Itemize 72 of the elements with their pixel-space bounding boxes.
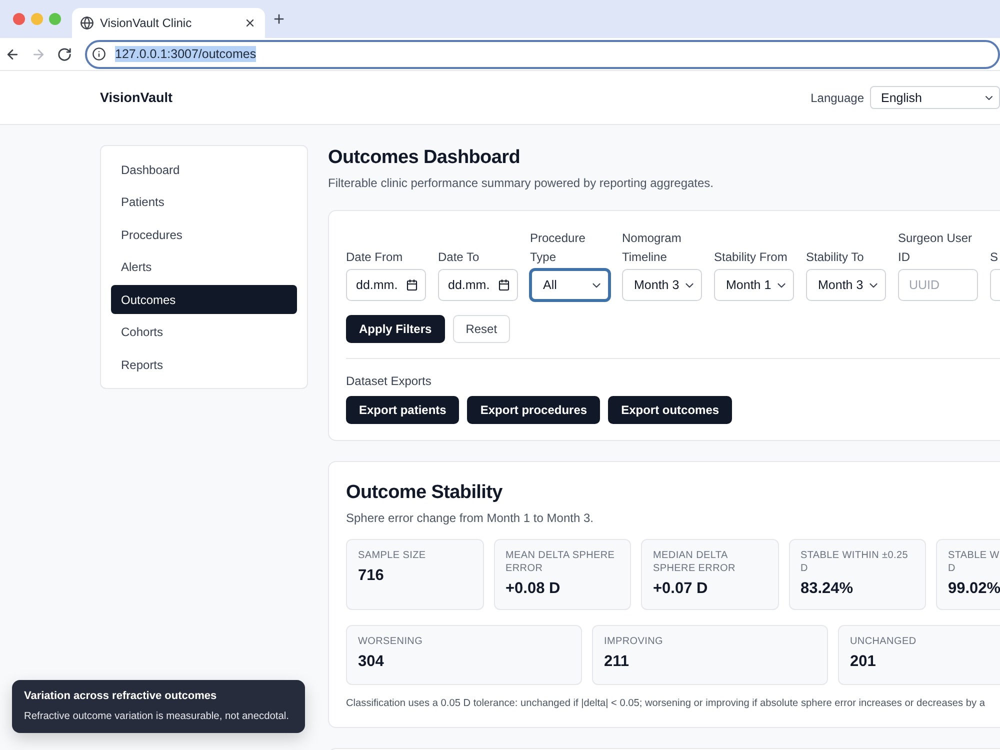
field-label: Stability To (806, 249, 864, 266)
back-icon (5, 46, 20, 62)
count-label: WORSENING (358, 635, 423, 648)
window-close-button[interactable] (13, 13, 25, 25)
apply-button[interactable]: Apply Filters (346, 315, 445, 343)
section-subtitle: Sphere error change from Month 1 to Month 3. (346, 510, 594, 526)
field-label: Procedure Type (530, 230, 586, 266)
input-field[interactable]: UUID (898, 269, 978, 301)
metric-value: +0.08 D (506, 579, 560, 599)
metric-value: 83.24% (800, 579, 854, 599)
window-maximize-button[interactable] (49, 13, 61, 25)
dropdown[interactable]: All (530, 269, 610, 301)
tab-title: VisionVault Clinic (100, 16, 193, 30)
reset-button[interactable]: Reset (452, 315, 510, 343)
page-subtitle: Filterable clinic performance summary powered by reporting aggregates. (328, 175, 714, 191)
sidebar-item[interactable]: Cohorts (111, 318, 297, 346)
field-label: Surgeon User ID (898, 230, 974, 266)
sidebar-item[interactable]: Procedures (111, 220, 297, 249)
metric-label: STABLE WITHIN ±0.25 D (800, 549, 909, 575)
sidebar-item[interactable]: Outcomes (111, 285, 297, 314)
calendar-icon (406, 279, 418, 291)
close-icon (244, 17, 256, 29)
metric-label: STABLE WI D (948, 549, 1000, 575)
field-label: Nomogram Timeline (622, 230, 682, 266)
metric-label: SAMPLE SIZE (358, 549, 426, 562)
export-button[interactable]: Export procedures (467, 396, 600, 424)
language-dropdown[interactable]: English (870, 86, 1000, 109)
dropdown[interactable]: Month 3 (622, 269, 702, 301)
section-title: Outcome Stability (346, 481, 502, 505)
dropdown[interactable]: Month 3 (806, 269, 886, 301)
count-value: 211 (604, 652, 630, 672)
globe-icon (80, 16, 94, 30)
field-label: Date To (438, 249, 480, 266)
date-field[interactable]: dd.mm. (346, 269, 426, 301)
metric-label: MEAN DELTA SPHERE ERROR (506, 549, 616, 575)
metric-value: +0.07 D (653, 579, 708, 599)
brand-name: VisionVault (100, 90, 173, 105)
language-label: Language (810, 90, 864, 104)
plus-icon (272, 12, 286, 26)
count-label: IMPROVING (604, 635, 664, 648)
sidebar-item[interactable]: Dashboard (111, 155, 297, 184)
info-icon (92, 47, 106, 61)
toast-message: Refractive outcome variation is measurable, not anecdotal. (24, 710, 290, 724)
new-tab-button[interactable] (272, 12, 286, 26)
field-label: Stability From (714, 249, 788, 266)
url-text: 127.0.0.1:3007/outcomes (115, 46, 256, 62)
count-value: 304 (358, 652, 384, 672)
sidebar-item[interactable]: Reports (111, 350, 297, 379)
section-label: Dataset Exports (346, 373, 432, 389)
window-minimize-button[interactable] (31, 13, 43, 25)
sidebar-item[interactable]: Patients (111, 188, 297, 216)
close-tab-button[interactable] (244, 17, 256, 29)
address-bar[interactable]: 127.0.0.1:3007/outcomes (85, 40, 1000, 68)
field-label: S (990, 249, 998, 266)
page-title: Outcomes Dashboard (328, 146, 520, 170)
field-label: Date From (346, 249, 403, 266)
export-button[interactable]: Export patients (346, 396, 460, 424)
browser-tab[interactable]: VisionVault Clinic (72, 8, 265, 38)
reload-icon (56, 46, 72, 62)
dropdown[interactable]: Month 1 (714, 269, 794, 301)
toast-title: Variation across refractive outcomes (24, 689, 217, 703)
date-field[interactable]: dd.mm. (438, 269, 518, 301)
metric-label: MEDIAN DELTA SPHERE ERROR (653, 549, 736, 575)
calendar-icon (498, 279, 510, 291)
count-label: UNCHANGED (850, 635, 916, 648)
metric-value: 716 (358, 566, 384, 586)
sidebar-item[interactable]: Alerts (111, 252, 297, 282)
forward-icon (31, 46, 46, 62)
classification-note: Classification uses a 0.05 D tolerance: unchanged if |delta| < 0.05; worsening or improving if absolute sphere error increases or decreases by a (346, 697, 985, 711)
export-button[interactable]: Export outcomes (608, 396, 732, 424)
count-value: 201 (850, 652, 876, 672)
metric-value: 99.02% (948, 579, 1000, 599)
